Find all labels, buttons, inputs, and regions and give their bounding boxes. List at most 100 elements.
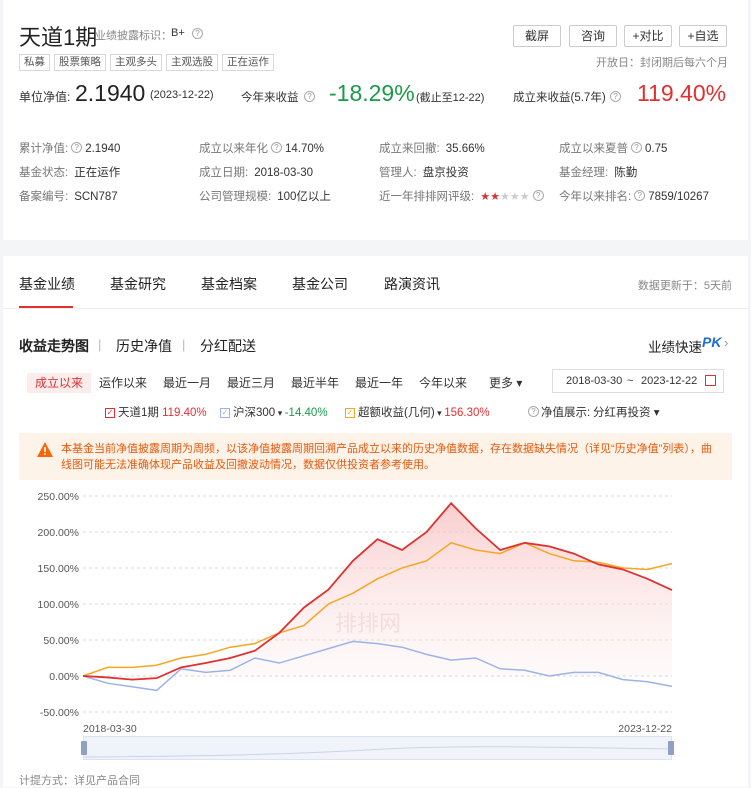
nav-date: (2023-12-22) — [150, 89, 214, 101]
period-option[interactable]: 成立以来 — [27, 373, 92, 393]
info-value: 100亿以上 — [277, 191, 331, 203]
watchlist-button[interactable]: +自选 — [679, 25, 727, 47]
subtab-dividend[interactable]: 分红配送 — [200, 336, 256, 356]
date-range-picker[interactable]: 2018-03-30 ~ 2023-12-22 — [552, 369, 724, 393]
subtab-history-nav[interactable]: 历史净值 — [116, 336, 172, 356]
info-label: 成立以来年化 — [199, 143, 268, 155]
info-value: 正在运作 — [74, 167, 121, 179]
pk-badge[interactable]: PK — [702, 334, 721, 350]
return-trend-chart: 250.00% 200.00% 150.00% 100.00% 50.00% 0.00% -… — [38, 491, 673, 735]
info-item: 累计净值:? 2.1940 — [19, 139, 120, 157]
date-sep: ~ — [627, 375, 634, 387]
slider-right-handle[interactable] — [668, 741, 674, 755]
period-label: 运作以来 — [99, 376, 148, 390]
chevron-right-icon[interactable]: › — [724, 335, 728, 350]
range-slider[interactable] — [81, 736, 674, 760]
tab-divider — [3, 308, 748, 309]
star-icon: ★ — [509, 191, 520, 203]
info-item: 备案编号: SCN787 — [19, 187, 118, 205]
legend-value: -14.40% — [284, 407, 328, 419]
legend-item[interactable]: ✓ 超额收益(几何) ▾ 156.30% — [345, 404, 490, 420]
warning-banner: 本基金当前净值披露周期为周频，以该净值披露周期回溯产品成立以来的历史净值数据，存… — [19, 433, 732, 480]
separator: | — [182, 337, 186, 352]
info-label: 成立以来夏普 — [559, 143, 628, 155]
period-option[interactable]: 最近一月 — [163, 373, 211, 393]
tab-fund-research[interactable]: 基金研究 — [110, 274, 166, 294]
help-icon[interactable]: ? — [71, 142, 83, 154]
info-value[interactable]: 陈勤 — [614, 167, 637, 179]
info-label: 成立日期: — [199, 167, 249, 179]
info-item: 成立日期: 2018-03-30 — [199, 163, 313, 181]
info-item: 公司管理规模: 100亿以上 — [199, 187, 331, 205]
help-icon[interactable]: ? — [610, 91, 621, 102]
period-label: 最近半年 — [291, 376, 340, 390]
period-option[interactable]: 运作以来 — [99, 373, 147, 393]
period-option[interactable]: 最近三月 — [227, 373, 275, 393]
y-tick-label: 150.00% — [38, 563, 79, 575]
period-option[interactable]: 今年以来 — [419, 373, 467, 393]
info-label: 近一年排排网评级: — [379, 191, 475, 203]
x-tick-label: 2018-03-30 — [83, 723, 137, 735]
nav-value: 2.1940 — [75, 80, 146, 106]
y-tick-label: 100.00% — [38, 599, 79, 611]
warning-text: 本基金当前净值披露周期为周频，以该净值披露周期回溯产品成立以来的历史净值数据，存… — [61, 443, 712, 471]
tab-fund-performance[interactable]: 基金业绩 — [19, 274, 75, 294]
chevron-down-icon[interactable]: ▾ — [435, 408, 445, 418]
info-value[interactable]: 盘京投资 — [423, 167, 469, 179]
compare-button[interactable]: +对比 — [624, 25, 672, 47]
fund-tag: 股票策略 — [54, 54, 106, 71]
legend-item[interactable]: ✓ 天道1期 119.40% — [105, 404, 207, 420]
pk-label[interactable]: 业绩快速 — [648, 336, 702, 356]
y-tick-label: 50.00% — [43, 635, 79, 647]
since-value: 119.40% — [637, 80, 727, 106]
screenshot-button[interactable]: 截屏 — [513, 25, 561, 47]
chevron-down-icon[interactable]: ▾ — [275, 408, 285, 418]
fund-header-card: 天道1期 业绩披露标识： B+ ? 私募 股票策略 主观多头 主观选股 正在运作 截屏 … — [3, 0, 748, 240]
help-icon[interactable]: ? — [304, 91, 315, 102]
slider-preview — [84, 746, 673, 758]
legend-name: 沪深300 — [233, 407, 276, 419]
disclosure-label: 业绩披露标识： — [95, 30, 172, 42]
info-label: 备案编号: — [19, 191, 69, 203]
slider-left-handle[interactable] — [81, 741, 87, 755]
nav-display-label: 净值展示: — [541, 407, 591, 419]
legend-item[interactable]: ✓ 沪深300 ▾ -14.40% — [220, 404, 328, 420]
series-area-0 — [83, 503, 672, 680]
help-icon[interactable]: ? — [528, 406, 539, 417]
info-value: 0.75 — [645, 143, 668, 155]
help-icon[interactable]: ? — [192, 28, 203, 39]
info-value: 14.70% — [285, 143, 325, 155]
open-day: 开放日：封闭期后每六个月 — [596, 57, 728, 69]
calendar-icon — [705, 375, 716, 386]
help-icon[interactable]: ? — [634, 190, 646, 202]
ytd-note: (截止至12-22) — [416, 92, 485, 104]
period-option[interactable]: 最近半年 — [291, 373, 339, 393]
consult-button[interactable]: 咨询 — [569, 25, 617, 47]
period-option[interactable]: 最近一年 — [355, 373, 403, 393]
info-item: 管理人: 盘京投资 — [379, 163, 469, 181]
checkbox-icon[interactable]: ✓ — [105, 407, 115, 418]
help-icon[interactable]: ? — [532, 190, 544, 202]
tab-roadshow-news[interactable]: 路演资讯 — [384, 274, 440, 294]
period-option[interactable]: 更多 ▾ — [489, 373, 522, 393]
info-label: 今年以来排名: — [559, 191, 632, 203]
y-tick-label: 0.00% — [49, 671, 79, 683]
nav-display-select[interactable]: 分红再投资 ▾ — [593, 404, 659, 420]
legend-name: 超额收益(几何) — [358, 407, 435, 419]
tab-fund-company[interactable]: 基金公司 — [292, 274, 348, 294]
info-value: SCN787 — [74, 191, 118, 203]
fund-tag: 主观选股 — [166, 54, 218, 71]
fund-name: 天道1期 — [19, 25, 98, 50]
help-icon[interactable]: ? — [271, 142, 282, 154]
date-end: 2023-12-22 — [641, 375, 698, 387]
help-icon[interactable]: ? — [631, 142, 642, 154]
legend-value: 119.40% — [162, 407, 207, 419]
subtab-trend[interactable]: 收益走势图 — [19, 336, 89, 356]
info-item: 今年以来排名:? 7859/10267 — [559, 187, 709, 205]
checkbox-icon[interactable]: ✓ — [220, 407, 230, 418]
checkbox-icon[interactable]: ✓ — [345, 407, 355, 418]
tab-fund-archive[interactable]: 基金档案 — [201, 274, 257, 294]
ytd-value: -18.29% — [329, 80, 415, 106]
info-item: 基金状态: 正在运作 — [19, 163, 120, 181]
warning-icon — [37, 442, 53, 457]
